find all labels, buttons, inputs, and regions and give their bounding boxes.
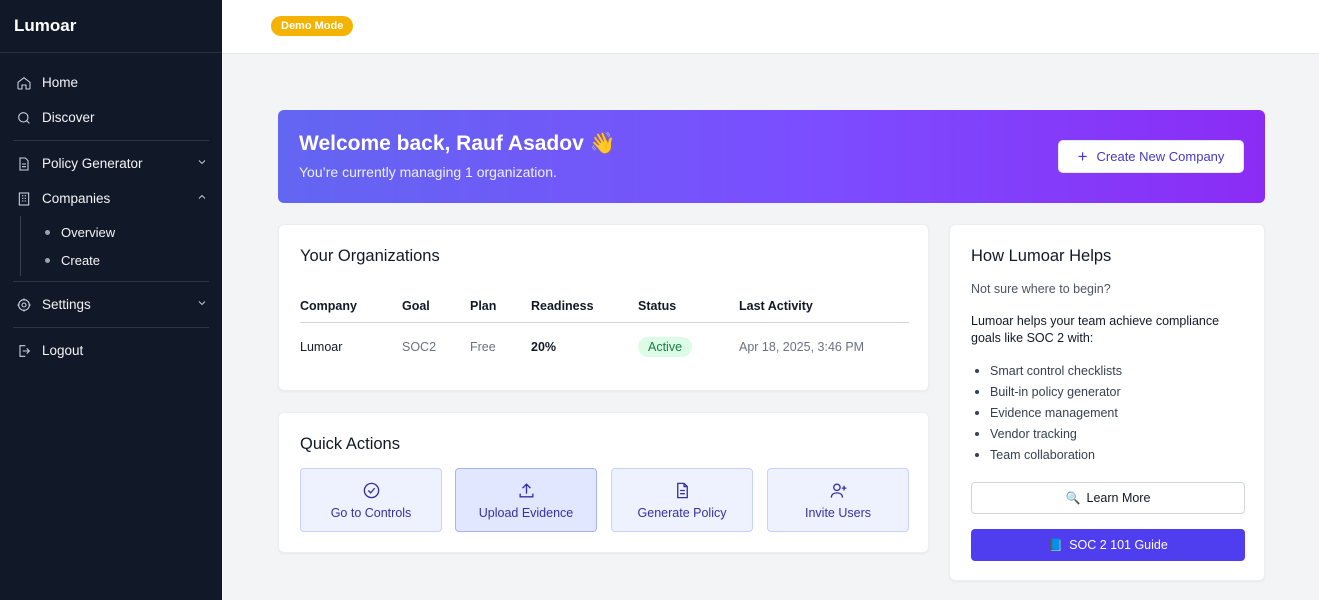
bullet-icon (975, 368, 979, 373)
goal-cell: SOC2 (402, 340, 437, 354)
organizations-title: Your Organizations (300, 247, 440, 265)
helps-lead: Not sure where to begin? (971, 282, 1111, 296)
sidebar-subitem-label: Overview (61, 224, 116, 240)
column-header: Plan (470, 298, 497, 313)
soc2-guide-label: SOC 2 101 Guide (1069, 538, 1168, 552)
soc2-guide-button[interactable]: 📘 SOC 2 101 Guide (971, 529, 1245, 561)
invite-users-label: Invite Users (805, 505, 871, 520)
sidebar-subitem-overview[interactable]: Overview (21, 218, 222, 246)
invite-users-button[interactable]: Invite Users (767, 468, 909, 532)
sidebar-item-label: Home (42, 75, 79, 90)
sidebar-item-label: Companies (42, 191, 111, 206)
sidebar-item-label: Policy Generator (42, 156, 143, 171)
sidebar-divider (13, 140, 209, 141)
generate-policy-label: Generate Policy (637, 505, 727, 520)
magnifier-icon: 🔍 (1065, 491, 1081, 505)
chevron-up-icon (196, 191, 208, 206)
bullet-icon (45, 257, 50, 263)
demo-mode-badge: Demo Mode (271, 16, 354, 36)
bullet-icon (45, 229, 50, 235)
sidebar: Lumoar Home Discover Policy Generator Co… (0, 0, 222, 600)
sidebar-item-discover[interactable]: Discover (0, 100, 222, 135)
organizations-table: Company Goal Plan Readiness Status Last … (300, 289, 909, 371)
generate-policy-button[interactable]: Generate Policy (611, 468, 753, 532)
sidebar-item-label: Discover (42, 110, 95, 125)
column-header: Status (638, 298, 677, 313)
logout-icon (15, 342, 33, 360)
sidebar-item-label: Logout (42, 343, 84, 358)
sidebar-subitem-create[interactable]: Create (21, 246, 222, 274)
last-activity-cell: Apr 18, 2025, 3:46 PM (739, 340, 865, 354)
sidebar-item-companies[interactable]: Companies (0, 181, 222, 216)
sidebar-divider (13, 281, 209, 282)
column-header: Company (300, 298, 357, 313)
organizations-card: Your Organizations Company Goal Plan Rea… (278, 224, 929, 391)
book-icon: 📘 (1048, 538, 1064, 552)
top-bar: Demo Mode (222, 0, 1319, 54)
sidebar-item-policy-generator[interactable]: Policy Generator (0, 146, 222, 181)
readiness-cell: 20% (531, 340, 557, 354)
list-item: Smart control checklists (971, 360, 1122, 381)
bullet-icon (975, 452, 979, 457)
user-plus-icon (830, 482, 846, 498)
sidebar-item-label: Settings (42, 297, 91, 312)
list-item: Vendor tracking (971, 423, 1122, 444)
building-icon (15, 190, 33, 208)
status-cell: Active (638, 337, 739, 357)
list-item: Evidence management (971, 402, 1122, 423)
sidebar-nav: Home Discover Policy Generator Companies… (0, 53, 222, 368)
go-to-controls-button[interactable]: Go to Controls (300, 468, 442, 532)
plus-icon: + (1077, 147, 1088, 166)
check-circle-icon (363, 482, 379, 498)
bullet-icon (975, 389, 979, 394)
quick-actions-card: Quick Actions Go to Controls Upload Evid… (278, 412, 929, 553)
sidebar-subitem-label: Create (61, 252, 101, 268)
company-cell: Lumoar (300, 340, 343, 354)
upload-evidence-label: Upload Evidence (478, 505, 574, 520)
upload-icon (518, 482, 534, 498)
upload-evidence-button[interactable]: Upload Evidence (455, 468, 597, 532)
chevron-down-icon (196, 297, 208, 312)
file-text-icon (676, 482, 688, 498)
wave-icon: 👋 (589, 132, 616, 155)
table-header: Company Goal Plan Readiness Status Last … (300, 289, 909, 323)
bullet-icon (975, 410, 979, 415)
sidebar-item-settings[interactable]: Settings (0, 287, 222, 322)
sidebar-item-logout[interactable]: Logout (0, 333, 222, 368)
helps-title: How Lumoar Helps (971, 247, 1112, 265)
learn-more-button[interactable]: 🔍 Learn More (971, 482, 1245, 514)
column-header: Goal (402, 298, 430, 313)
how-lumoar-helps-card: How Lumoar Helps Not sure where to begin… (949, 224, 1265, 581)
list-item: Built-in policy generator (971, 381, 1122, 402)
home-icon (15, 74, 33, 92)
search-icon (15, 109, 33, 127)
features-list: Smart control checklists Built-in policy… (971, 360, 1122, 465)
create-new-company-label: Create New Company (1096, 149, 1225, 164)
create-new-company-button[interactable]: + Create New Company (1058, 140, 1244, 173)
status-badge: Active (638, 337, 693, 357)
quick-actions-title: Quick Actions (300, 435, 400, 453)
go-to-controls-label: Go to Controls (330, 505, 412, 520)
sidebar-item-home[interactable]: Home (0, 65, 222, 100)
chevron-down-icon (196, 156, 208, 171)
column-header: Readiness (531, 298, 594, 313)
plan-cell: Free (470, 340, 496, 354)
helps-paragraph: Lumoar helps your team achieve complianc… (971, 314, 1220, 345)
table-row[interactable]: Lumoar SOC2 Free 20% Active Apr 18, 2025… (300, 323, 909, 371)
document-icon (15, 155, 33, 173)
list-item: Team collaboration (971, 444, 1122, 465)
brand-logo: Lumoar (0, 0, 222, 53)
welcome-subtitle: You’re currently managing 1 organization… (299, 164, 557, 180)
learn-more-label: Learn More (1086, 491, 1151, 505)
welcome-banner: Welcome back, Rauf Asadov 👋 You’re curre… (278, 110, 1265, 203)
companies-submenu: Overview Create (20, 216, 222, 276)
welcome-title: Welcome back, Rauf Asadov 👋 (299, 132, 616, 155)
gear-icon (15, 296, 33, 314)
sidebar-divider (13, 327, 209, 328)
bullet-icon (975, 431, 979, 436)
column-header: Last Activity (739, 298, 813, 313)
